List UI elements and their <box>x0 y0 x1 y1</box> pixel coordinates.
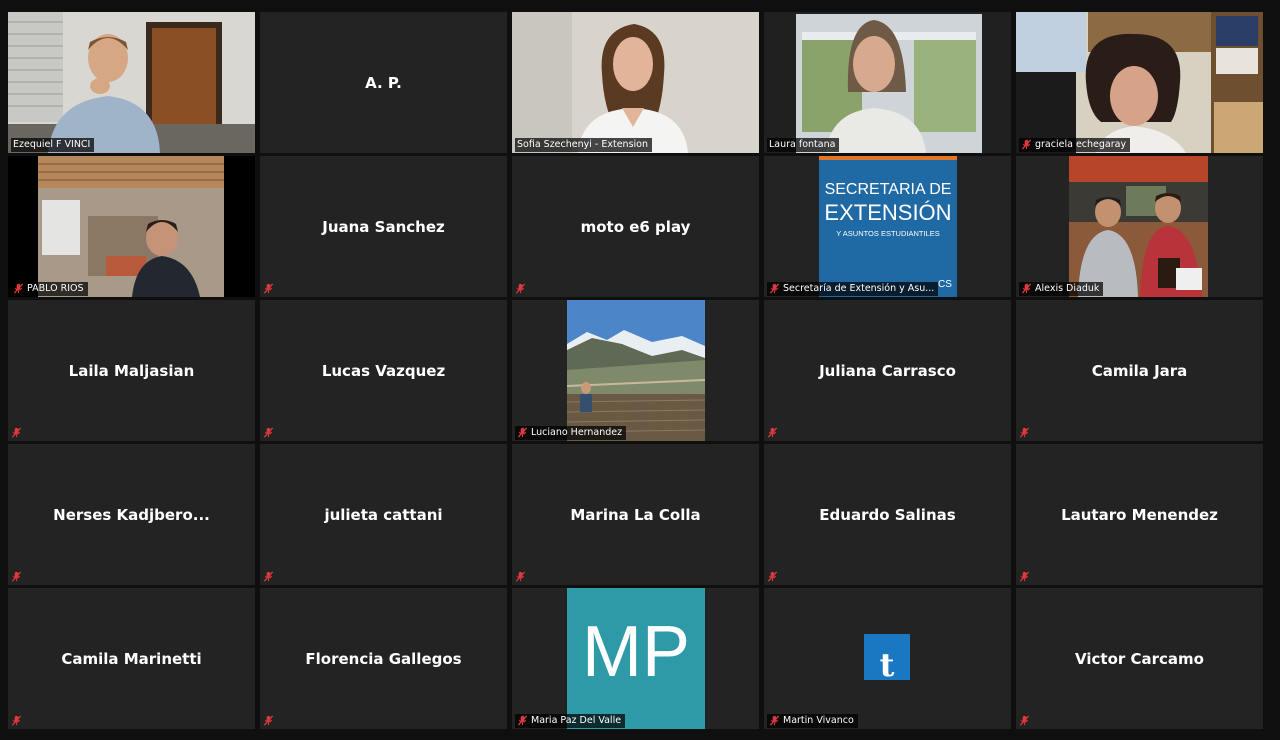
participant-tile[interactable]: julieta cattani <box>260 444 507 585</box>
microphone-muted-icon <box>1019 571 1030 582</box>
t-avatar-image: t <box>864 634 910 684</box>
participant-name: Victor Carcamo <box>1075 649 1204 668</box>
microphone-muted-icon <box>263 715 274 726</box>
participant-tile[interactable]: A. P. <box>260 12 507 153</box>
microphone-muted-icon <box>515 283 526 294</box>
microphone-muted-icon <box>1021 139 1032 150</box>
video-feed <box>512 12 759 153</box>
participant-tile[interactable]: Alexis Diaduk <box>1016 156 1263 297</box>
participant-tile[interactable]: MP Maria Paz Del Valle <box>512 588 759 729</box>
logo-line-3: Y ASUNTOS ESTUDIANTILES <box>836 229 940 238</box>
microphone-muted-icon <box>517 715 528 726</box>
participant-name: moto e6 play <box>580 217 691 236</box>
microphone-muted-icon <box>263 571 274 582</box>
microphone-muted-icon <box>263 283 274 294</box>
participant-tile[interactable]: Camila Marinetti <box>8 588 255 729</box>
microphone-muted-icon <box>11 715 22 726</box>
microphone-muted-icon <box>515 571 526 582</box>
participant-tile[interactable]: Lautaro Menendez <box>1016 444 1263 585</box>
participant-tile[interactable]: Marina La Colla <box>512 444 759 585</box>
participant-tile[interactable]: Lucas Vazquez <box>260 300 507 441</box>
gallery-grid: Ezequiel F VINCI A. P. Sofia Szechenyi -… <box>8 12 1263 729</box>
participant-name-label: Maria Paz Del Valle <box>515 714 626 728</box>
participant-name: Nerses Kadjbero... <box>53 505 210 524</box>
participant-tile[interactable]: graciela echegaray <box>1016 12 1263 153</box>
participant-name: Marina La Colla <box>570 505 701 524</box>
participant-name: Eduardo Salinas <box>819 505 956 524</box>
participant-tile[interactable]: Eduardo Salinas <box>764 444 1011 585</box>
participant-name: Juana Sanchez <box>322 217 445 236</box>
microphone-muted-icon <box>1021 283 1032 294</box>
logo-line-2: EXTENSIÓN <box>824 200 951 225</box>
participant-name-label: Secretaría de Extensión y Asu... <box>767 282 939 296</box>
participant-tile[interactable]: Juliana Carrasco <box>764 300 1011 441</box>
logo-line-1: SECRETARIA DE <box>825 181 952 198</box>
video-feed <box>8 156 255 297</box>
participant-name-label: graciela echegaray <box>1019 138 1131 152</box>
mp-avatar-image: MP <box>567 588 705 729</box>
video-feed <box>1016 12 1263 153</box>
participant-tile[interactable]: Victor Carcamo <box>1016 588 1263 729</box>
microphone-muted-icon <box>517 427 528 438</box>
microphone-muted-icon <box>11 427 22 438</box>
participant-tile[interactable]: moto e6 play <box>512 156 759 297</box>
video-feed <box>764 12 1011 153</box>
participant-name: julieta cattani <box>324 505 443 524</box>
mountain-profile-photo <box>566 300 706 441</box>
participant-tile[interactable]: SECRETARIA DE EXTENSIÓN Y ASUNTOS ESTUDI… <box>764 156 1011 297</box>
participant-tile[interactable]: Juana Sanchez <box>260 156 507 297</box>
participant-name-label: Sofia Szechenyi - Extension <box>515 138 653 152</box>
participant-tile[interactable]: Laila Maljasian <box>8 300 255 441</box>
logo-corner: CS <box>938 279 952 290</box>
participant-name: Lautaro Menendez <box>1061 505 1218 524</box>
video-feed <box>8 12 255 153</box>
microphone-muted-icon <box>13 283 24 294</box>
microphone-muted-icon <box>1019 715 1030 726</box>
participant-name-label: Luciano Hernandez <box>515 426 627 440</box>
participant-name: Camila Jara <box>1091 361 1188 380</box>
participant-tile[interactable]: Florencia Gallegos <box>260 588 507 729</box>
participant-name-label: PABLO RIOS <box>11 282 88 296</box>
microphone-muted-icon <box>767 427 778 438</box>
video-feed <box>1069 156 1208 297</box>
avatar-text: t <box>880 646 895 684</box>
participant-name-label: Ezequiel F VINCI <box>11 138 95 152</box>
participant-name-label: Alexis Diaduk <box>1019 282 1104 296</box>
secretaria-logo-image: SECRETARIA DE EXTENSIÓN Y ASUNTOS ESTUDI… <box>819 156 957 297</box>
microphone-muted-icon <box>769 715 780 726</box>
participant-name-label: Laura fontana <box>767 138 840 152</box>
participant-name: Juliana Carrasco <box>819 361 956 380</box>
participant-tile[interactable]: Nerses Kadjbero... <box>8 444 255 585</box>
participant-tile[interactable]: Camila Jara <box>1016 300 1263 441</box>
microphone-muted-icon <box>263 427 274 438</box>
microphone-muted-icon <box>11 571 22 582</box>
participant-tile[interactable]: PABLO RIOS <box>8 156 255 297</box>
participant-tile[interactable]: Ezequiel F VINCI <box>8 12 255 153</box>
participant-name: Florencia Gallegos <box>305 649 462 668</box>
participant-name: Camila Marinetti <box>61 649 202 668</box>
participant-tile[interactable]: t Martin Vivanco <box>764 588 1011 729</box>
participant-name: Laila Maljasian <box>68 361 195 380</box>
participant-name: Lucas Vazquez <box>321 361 446 380</box>
participant-tile[interactable]: Luciano Hernandez <box>512 300 759 441</box>
avatar-text: MP <box>582 612 690 692</box>
microphone-muted-icon <box>767 571 778 582</box>
participant-tile[interactable]: Sofia Szechenyi - Extension <box>512 12 759 153</box>
participant-tile-active-speaker[interactable]: Laura fontana <box>764 12 1011 153</box>
participant-name-label: Martin Vivanco <box>767 714 858 728</box>
participant-name: A. P. <box>365 73 402 92</box>
microphone-muted-icon <box>769 283 780 294</box>
microphone-muted-icon <box>1019 427 1030 438</box>
